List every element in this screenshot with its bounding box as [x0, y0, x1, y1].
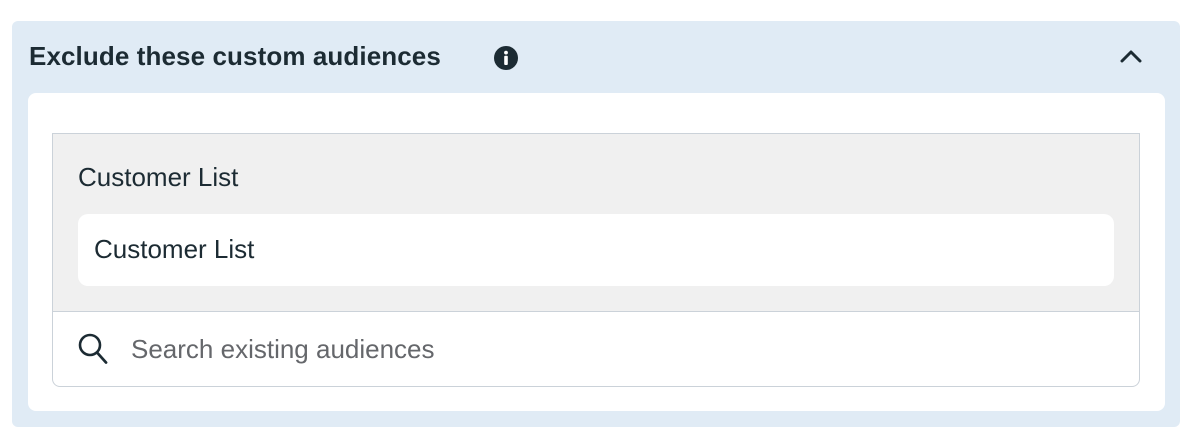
section-title: Exclude these custom audiences	[29, 41, 441, 71]
search-icon	[77, 332, 109, 366]
group-label: Customer List	[78, 162, 239, 192]
info-icon[interactable]	[493, 45, 519, 71]
selected-audience-label: Customer List	[94, 234, 255, 264]
section-body: Customer List Customer List	[28, 93, 1165, 411]
selected-audience-group: Customer List Customer List	[53, 134, 1139, 312]
collapse-button[interactable]	[1112, 39, 1150, 77]
selected-audience-item[interactable]: Customer List	[78, 214, 1114, 286]
section-header[interactable]: Exclude these custom audiences	[12, 21, 1180, 93]
search-row[interactable]	[53, 312, 1139, 386]
chevron-up-icon	[1120, 49, 1142, 68]
search-input[interactable]	[131, 326, 1111, 372]
audience-selector: Customer List Customer List	[52, 133, 1140, 387]
exclude-audiences-section: Exclude these custom audiences Customer …	[12, 21, 1180, 427]
